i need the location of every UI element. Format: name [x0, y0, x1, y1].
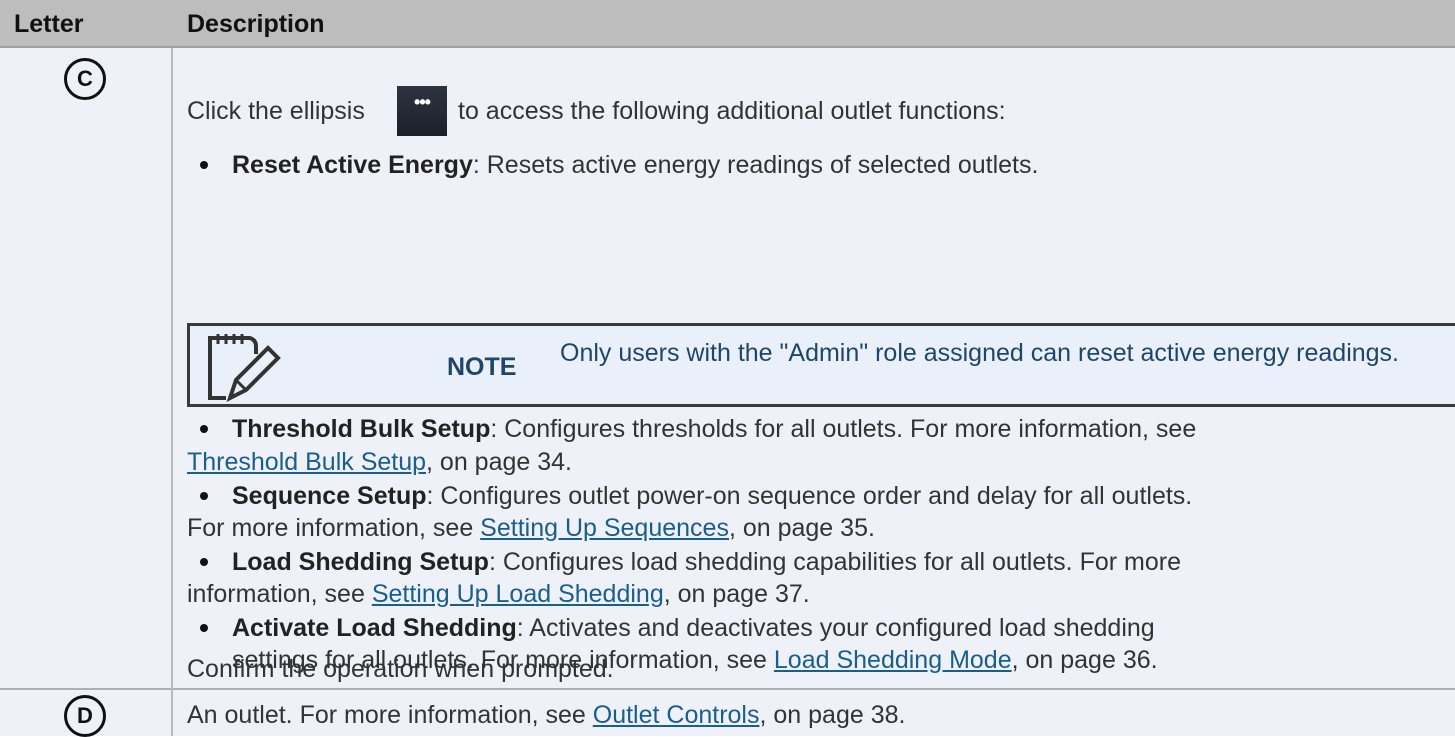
setting-up-sequences-link[interactable]: Setting Up Sequences: [480, 514, 729, 542]
intro-text-after: to access the following additional outle…: [458, 97, 1006, 125]
outlet-description: An outlet. For more information, see Out…: [187, 701, 906, 729]
description-table: Letter Description C Click the ellipsis …: [0, 0, 1455, 737]
note-text: Only users with the "Admin" role assigne…: [560, 339, 1400, 367]
bullet-icon: [200, 161, 208, 169]
bullet-icon: [200, 425, 208, 433]
bullet-sequence-setup: Sequence Setup: Configures outlet power-…: [232, 482, 1193, 510]
bullet-activate-load-shedding: Activate Load Shedding: Activates and de…: [232, 614, 1155, 642]
bullet-reset-active-energy: Reset Active Energy: Resets active energ…: [232, 151, 1039, 179]
bullet-load-shedding-setup: Load Shedding Setup: Configures load she…: [232, 548, 1181, 576]
bullet-icon: [200, 558, 208, 566]
load-shedding-mode-link[interactable]: Load Shedding Mode: [774, 646, 1012, 674]
notepad-pencil-icon: [208, 334, 281, 402]
confirm-text: Confirm the operation when prompted.: [187, 655, 614, 683]
bullet-threshold-bulk-setup: Threshold Bulk Setup: Configures thresho…: [232, 415, 1197, 443]
threshold-bulk-setup-link[interactable]: Threshold Bulk Setup: [187, 448, 426, 476]
bullet-icon: [200, 492, 208, 500]
intro-text-before: Click the ellipsis: [187, 97, 365, 125]
note-label: NOTE: [447, 353, 517, 381]
letter-badge-d: D: [64, 695, 106, 737]
column-divider: [171, 48, 173, 736]
description-column-header: Description: [187, 10, 325, 38]
bullet-icon: [200, 624, 208, 632]
bullet-sequence-setup-line2: For more information, see Setting Up Seq…: [187, 514, 875, 542]
ellipsis-button-icon: •••: [397, 86, 447, 136]
bullet-threshold-bulk-setup-line2: Threshold Bulk Setup, on page 34.: [187, 448, 572, 476]
outlet-controls-link[interactable]: Outlet Controls: [593, 701, 760, 729]
note-box: NOTE Only users with the "Admin" role as…: [187, 323, 1455, 407]
table-header: Letter Description: [0, 0, 1455, 48]
setting-up-load-shedding-link[interactable]: Setting Up Load Shedding: [372, 580, 664, 608]
letter-badge-c: C: [64, 58, 106, 100]
bullet-load-shedding-setup-line2: information, see Setting Up Load Sheddin…: [187, 580, 810, 608]
letter-column-header: Letter: [14, 10, 84, 38]
